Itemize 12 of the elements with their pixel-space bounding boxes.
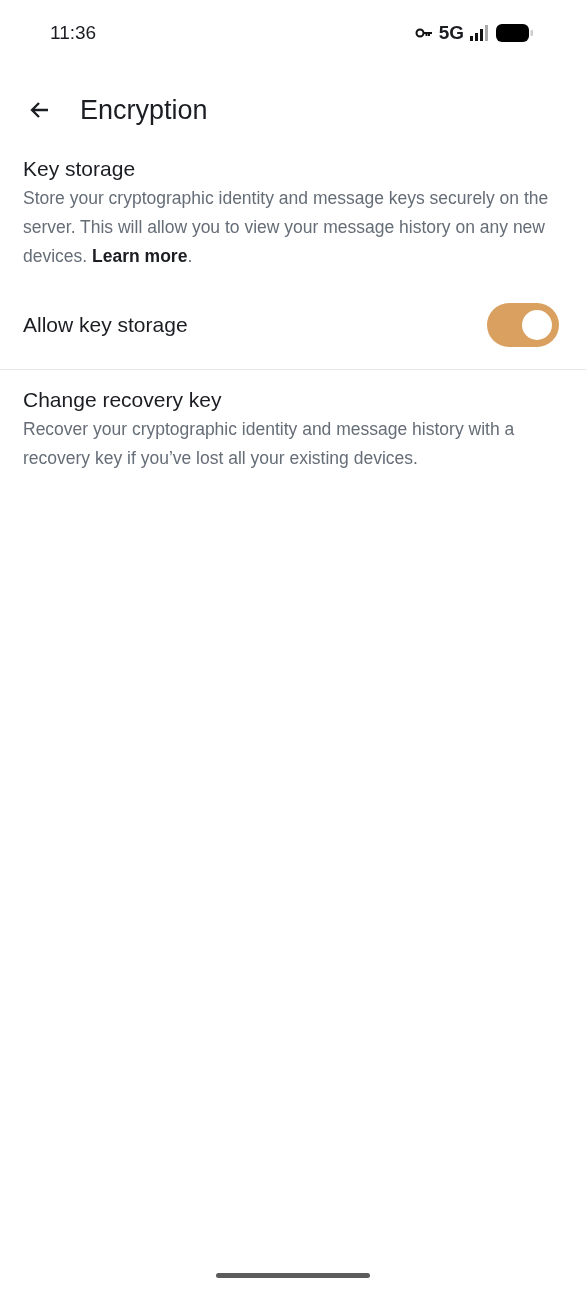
switch-label: Allow key storage <box>23 313 188 337</box>
key-icon <box>414 28 433 38</box>
battery-icon <box>496 23 534 43</box>
settings-item[interactable]: Change recovery key Recover your cryptographic identity and message history with a recovery key if you’ve lost all your existing devices. <box>0 370 586 473</box>
signal-icon <box>470 25 490 41</box>
status-time: 11:36 <box>50 22 97 44</box>
section-title: Key storage <box>23 156 137 182</box>
screen-title: Encryption <box>80 94 208 126</box>
section-description: Store your cryptographic identity and message keys securely on the server. This will allow you to view your message history on any new devices. Learn more. <box>23 187 550 268</box>
toggle-switch[interactable] <box>487 303 559 347</box>
network-type: 5G <box>438 22 464 44</box>
learn-more-link[interactable]: Learn more <box>92 246 188 266</box>
